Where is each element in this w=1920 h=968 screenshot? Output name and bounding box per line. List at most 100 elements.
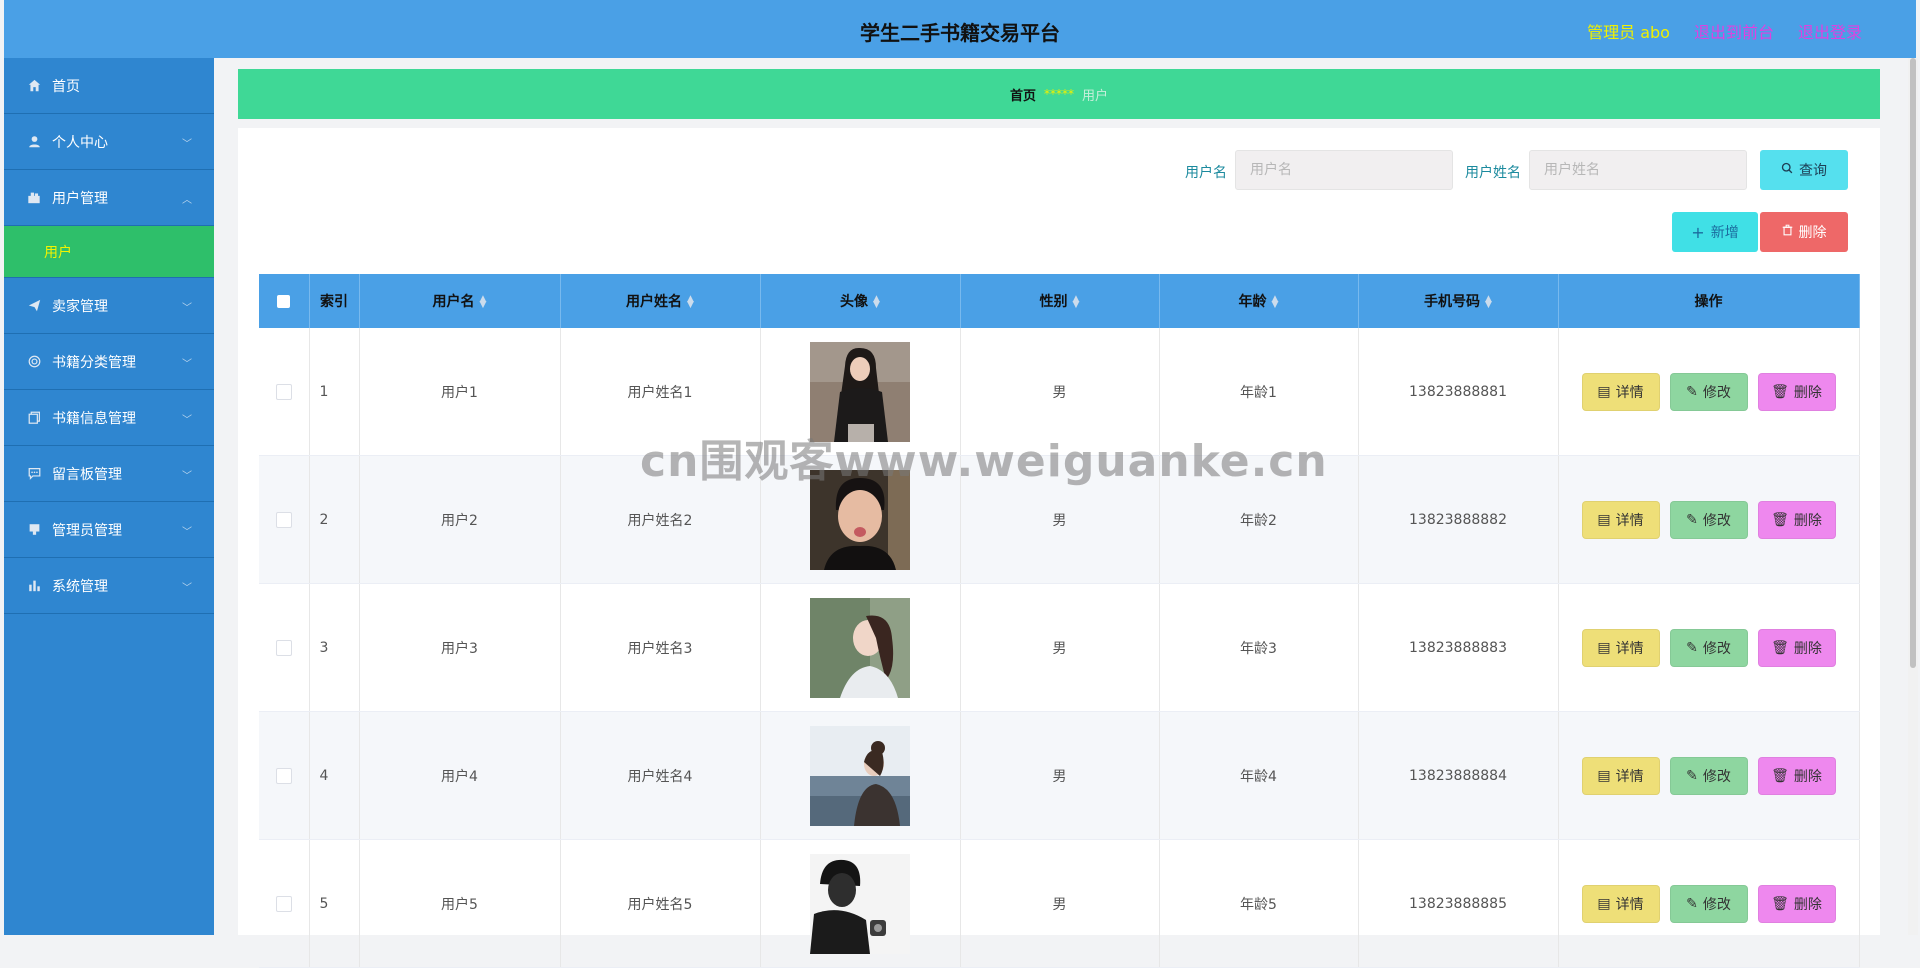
delete-button[interactable]: 🗑 删除 xyxy=(1757,884,1836,923)
row-checkbox[interactable] xyxy=(275,895,292,912)
logout-link[interactable]: 退出登录 xyxy=(1798,19,1862,43)
row-ops: ▤ 详情 ✎ 修改 🗑 删除 xyxy=(1558,583,1860,712)
header-ops: 操作 xyxy=(1558,274,1860,328)
sort-icon[interactable]: ▲ ▼ xyxy=(1073,295,1080,310)
detail-button[interactable]: ▤ 详情 xyxy=(1581,628,1660,667)
trash-icon: 🗑 xyxy=(1771,895,1789,912)
edit-button[interactable]: ✎ 修改 xyxy=(1669,884,1748,923)
sidebar-item-label: 个人中心 xyxy=(52,134,108,151)
row-checkbox[interactable] xyxy=(275,639,292,656)
header-username[interactable]: 用户名 ▲ ▼ xyxy=(359,274,561,328)
row-name: 用户姓名3 xyxy=(560,583,761,712)
sort-icon[interactable]: ▲ ▼ xyxy=(687,295,694,310)
sidebar-item-label: 管理员管理 xyxy=(52,522,122,539)
delete-button[interactable]: 🗑 删除 xyxy=(1757,756,1836,795)
sidebar-item-book-category[interactable]: 书籍分类管理 ﹀ xyxy=(4,334,214,390)
row-checkbox[interactable] xyxy=(275,383,292,400)
add-button[interactable]: + 新增 xyxy=(1672,212,1758,252)
sidebar-item-label: 书籍分类管理 xyxy=(52,354,136,371)
row-index: 3 xyxy=(309,583,360,712)
edit-button[interactable]: ✎ 修改 xyxy=(1669,500,1748,539)
row-checkbox[interactable] xyxy=(275,511,292,528)
select-all-cell[interactable] xyxy=(259,274,310,328)
sort-icon[interactable]: ▲ ▼ xyxy=(873,295,880,310)
avatar[interactable] xyxy=(810,597,910,698)
username-input[interactable] xyxy=(1235,150,1453,190)
select-all-checkbox[interactable] xyxy=(277,294,291,308)
row-username: 用户2 xyxy=(359,455,561,584)
sidebar-item-home[interactable]: 首页 xyxy=(4,58,214,114)
breadcrumb-separator: ***** xyxy=(1044,87,1074,101)
delete-label: 删除 xyxy=(1798,225,1827,241)
detail-label: 详情 xyxy=(1615,896,1644,913)
app-window: 学生二手书籍交易平台 管理员 abo 退出到前台 退出登录 首页 个人中心 ﹀ … xyxy=(4,0,1916,968)
row-select-cell[interactable] xyxy=(259,839,310,968)
detail-button[interactable]: ▤ 详情 xyxy=(1581,372,1660,411)
sort-icon[interactable]: ▲ ▼ xyxy=(1485,295,1492,310)
row-avatar-cell xyxy=(760,583,961,712)
row-select-cell[interactable] xyxy=(259,455,310,584)
header-age-label: 年龄 xyxy=(1238,294,1267,310)
header-phone[interactable]: 手机号码 ▲ ▼ xyxy=(1358,274,1559,328)
batch-delete-button[interactable]: 删除 xyxy=(1760,212,1848,252)
header-gender[interactable]: 性别 ▲ ▼ xyxy=(960,274,1160,328)
trash-icon: 🗑 xyxy=(1771,767,1789,784)
header-actions: 管理员 abo 退出到前台 退出登录 xyxy=(1587,19,1862,43)
detail-label: 详情 xyxy=(1615,768,1644,785)
sidebar-item-seller[interactable]: 卖家管理 ﹀ xyxy=(4,278,214,334)
document-icon: ▤ xyxy=(1597,895,1611,912)
detail-button[interactable]: ▤ 详情 xyxy=(1581,500,1660,539)
row-avatar-cell xyxy=(760,711,961,840)
row-phone: 13823888882 xyxy=(1358,455,1559,584)
edit-button[interactable]: ✎ 修改 xyxy=(1669,628,1748,667)
sort-icon[interactable]: ▲ ▼ xyxy=(1272,295,1279,310)
delete-label: 删除 xyxy=(1793,896,1822,913)
row-ops: ▤ 详情 ✎ 修改 🗑 删除 xyxy=(1558,328,1860,456)
name-label: 用户姓名 xyxy=(1465,165,1521,181)
header-avatar[interactable]: 头像 ▲ ▼ xyxy=(760,274,961,328)
chevron-down-icon: ﹀ xyxy=(182,583,192,594)
delete-button[interactable]: 🗑 删除 xyxy=(1757,500,1836,539)
delete-button[interactable]: 🗑 删除 xyxy=(1757,628,1836,667)
row-select-cell[interactable] xyxy=(259,328,310,456)
pencil-icon: ✎ xyxy=(1686,895,1698,912)
sidebar-item-user-management[interactable]: 用户管理 ︿ xyxy=(4,170,214,226)
scrollbar-thumb[interactable] xyxy=(1910,58,1916,668)
edit-label: 修改 xyxy=(1702,512,1731,529)
avatar[interactable] xyxy=(810,725,910,826)
sidebar-subitem-user[interactable]: 用户 xyxy=(4,226,214,278)
query-button[interactable]: 查询 xyxy=(1760,150,1848,190)
detail-button[interactable]: ▤ 详情 xyxy=(1581,884,1660,923)
username-label: 用户名 xyxy=(1185,165,1227,181)
sidebar-item-system[interactable]: 系统管理 ﹀ xyxy=(4,558,214,614)
name-input[interactable] xyxy=(1529,150,1747,190)
edit-button[interactable]: ✎ 修改 xyxy=(1669,756,1748,795)
header-index: 索引 xyxy=(309,274,360,328)
header-age[interactable]: 年龄 ▲ ▼ xyxy=(1159,274,1359,328)
chevron-down-icon: ﹀ xyxy=(182,359,192,370)
page-scrollbar[interactable] xyxy=(1908,58,1918,935)
delete-button[interactable]: 🗑 删除 xyxy=(1757,372,1836,411)
row-gender: 男 xyxy=(960,839,1160,968)
row-select-cell[interactable] xyxy=(259,583,310,712)
avatar[interactable] xyxy=(810,853,910,954)
breadcrumb-home[interactable]: 首页 xyxy=(1010,85,1036,104)
document-icon: ▤ xyxy=(1597,511,1611,528)
edit-button[interactable]: ✎ 修改 xyxy=(1669,372,1748,411)
sidebar-item-personal[interactable]: 个人中心 ﹀ xyxy=(4,114,214,170)
home-icon xyxy=(26,78,42,94)
detail-button[interactable]: ▤ 详情 xyxy=(1581,756,1660,795)
row-checkbox[interactable] xyxy=(275,767,292,784)
sidebar-item-message-board[interactable]: 留言板管理 ﹀ xyxy=(4,446,214,502)
top-header: 学生二手书籍交易平台 管理员 abo 退出到前台 退出登录 xyxy=(4,0,1916,58)
sidebar-item-book-info[interactable]: 书籍信息管理 ﹀ xyxy=(4,390,214,446)
sidebar-item-admin-management[interactable]: 管理员管理 ﹀ xyxy=(4,502,214,558)
sort-icon[interactable]: ▲ ▼ xyxy=(480,295,487,310)
row-phone: 13823888885 xyxy=(1358,839,1559,968)
header-name[interactable]: 用户姓名 ▲ ▼ xyxy=(560,274,761,328)
row-select-cell[interactable] xyxy=(259,711,310,840)
edit-label: 修改 xyxy=(1702,384,1731,401)
back-to-front-link[interactable]: 退出到前台 xyxy=(1694,19,1774,43)
row-username: 用户4 xyxy=(359,711,561,840)
row-age: 年龄4 xyxy=(1159,711,1359,840)
